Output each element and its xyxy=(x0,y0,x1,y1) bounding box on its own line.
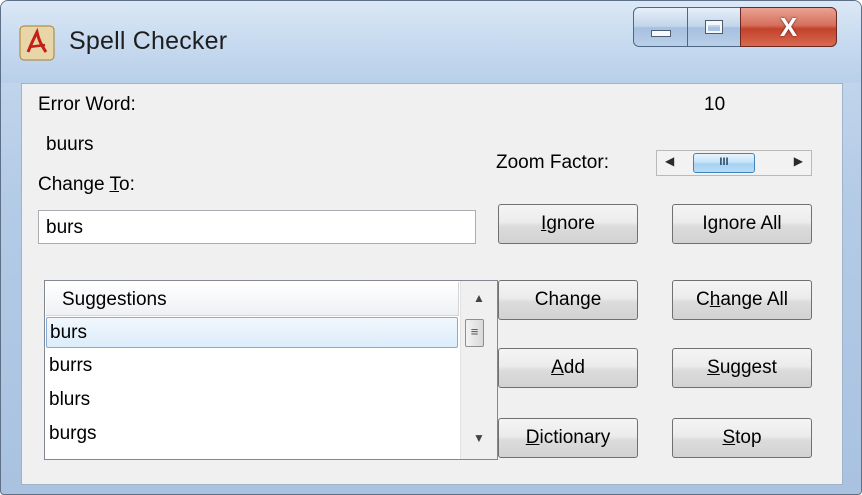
error-word-label: Error Word: xyxy=(38,94,136,115)
list-item[interactable]: burrs xyxy=(46,351,458,382)
ignore-all-button-label: nore All xyxy=(718,213,782,234)
change-all-button-label: ange All xyxy=(720,289,788,310)
list-item[interactable]: burgs xyxy=(46,419,458,450)
suggestions-column-header[interactable]: Suggestions xyxy=(46,282,459,316)
ignore-button-label: gnore xyxy=(546,213,595,234)
minimize-icon xyxy=(650,29,671,37)
minimize-button[interactable] xyxy=(633,7,688,47)
stop-button-label: top xyxy=(735,427,762,448)
change-all-button-accel: h xyxy=(709,289,721,310)
ignore-all-button[interactable]: Ig nore All xyxy=(672,204,812,244)
close-button[interactable]: X xyxy=(740,7,837,47)
scroll-left-icon[interactable]: ◀ xyxy=(665,154,674,168)
dictionary-button[interactable]: Dictionary xyxy=(498,418,638,458)
error-word-value: buurs xyxy=(46,134,94,155)
dictionary-button-accel: D xyxy=(525,427,540,448)
stop-button-accel: S xyxy=(722,427,736,448)
suggestions-scrollbar[interactable]: ▲ ≡ ▼ xyxy=(460,281,497,459)
zoom-value: 10 xyxy=(704,94,726,115)
change-all-button[interactable]: Ch ange All xyxy=(672,280,812,320)
list-item[interactable]: burs xyxy=(46,317,458,348)
scrollbar-thumb[interactable]: ≡ xyxy=(465,319,484,347)
close-icon: X xyxy=(779,12,798,42)
zoom-factor-slider[interactable]: ◀ III ▶ xyxy=(656,150,812,176)
add-button[interactable]: Add xyxy=(498,348,638,388)
change-to-label-accel: T xyxy=(109,174,120,195)
change-to-label-prefix: Change xyxy=(38,174,110,195)
change-to-label-suffix: o: xyxy=(119,174,135,195)
scroll-right-icon[interactable]: ▶ xyxy=(794,154,803,168)
zoom-factor-label: Zoom Factor: xyxy=(496,152,609,173)
change-button[interactable]: Change xyxy=(498,280,638,320)
maximize-button[interactable] xyxy=(687,7,741,47)
dialog-client-area: Error Word: buurs Change To: burs 10 Zoo… xyxy=(21,83,843,485)
scroll-down-icon[interactable]: ▼ xyxy=(473,431,485,445)
add-button-accel: A xyxy=(551,357,564,378)
scroll-up-icon[interactable]: ▲ xyxy=(473,291,485,305)
add-button-label: dd xyxy=(563,357,585,378)
ignore-all-button-accel: g xyxy=(707,213,719,234)
maximize-icon xyxy=(705,20,723,34)
suggest-button-accel: S xyxy=(707,357,720,378)
suggest-button[interactable]: Suggest xyxy=(672,348,812,388)
suggestions-list[interactable]: Suggestions burs burrs blurs burgs ▲ ≡ ▼ xyxy=(44,280,498,460)
spell-checker-window: Spell Checker X Error Word: buurs Change… xyxy=(0,0,862,495)
list-item[interactable]: blurs xyxy=(46,385,458,416)
suggest-button-label: uggest xyxy=(719,357,777,378)
zoom-slider-thumb[interactable]: III xyxy=(693,153,755,173)
stop-button[interactable]: Stop xyxy=(672,418,812,458)
window-title: Spell Checker xyxy=(69,27,228,55)
change-all-button-pre: C xyxy=(696,289,710,310)
title-bar[interactable]: Spell Checker X xyxy=(1,1,861,83)
dictionary-button-label: ictionary xyxy=(539,427,611,448)
ignore-button[interactable]: Ignore xyxy=(498,204,638,244)
change-to-label: Change To: xyxy=(38,174,135,196)
acrobat-logo-icon xyxy=(19,25,55,61)
change-to-input[interactable]: burs xyxy=(38,210,476,244)
